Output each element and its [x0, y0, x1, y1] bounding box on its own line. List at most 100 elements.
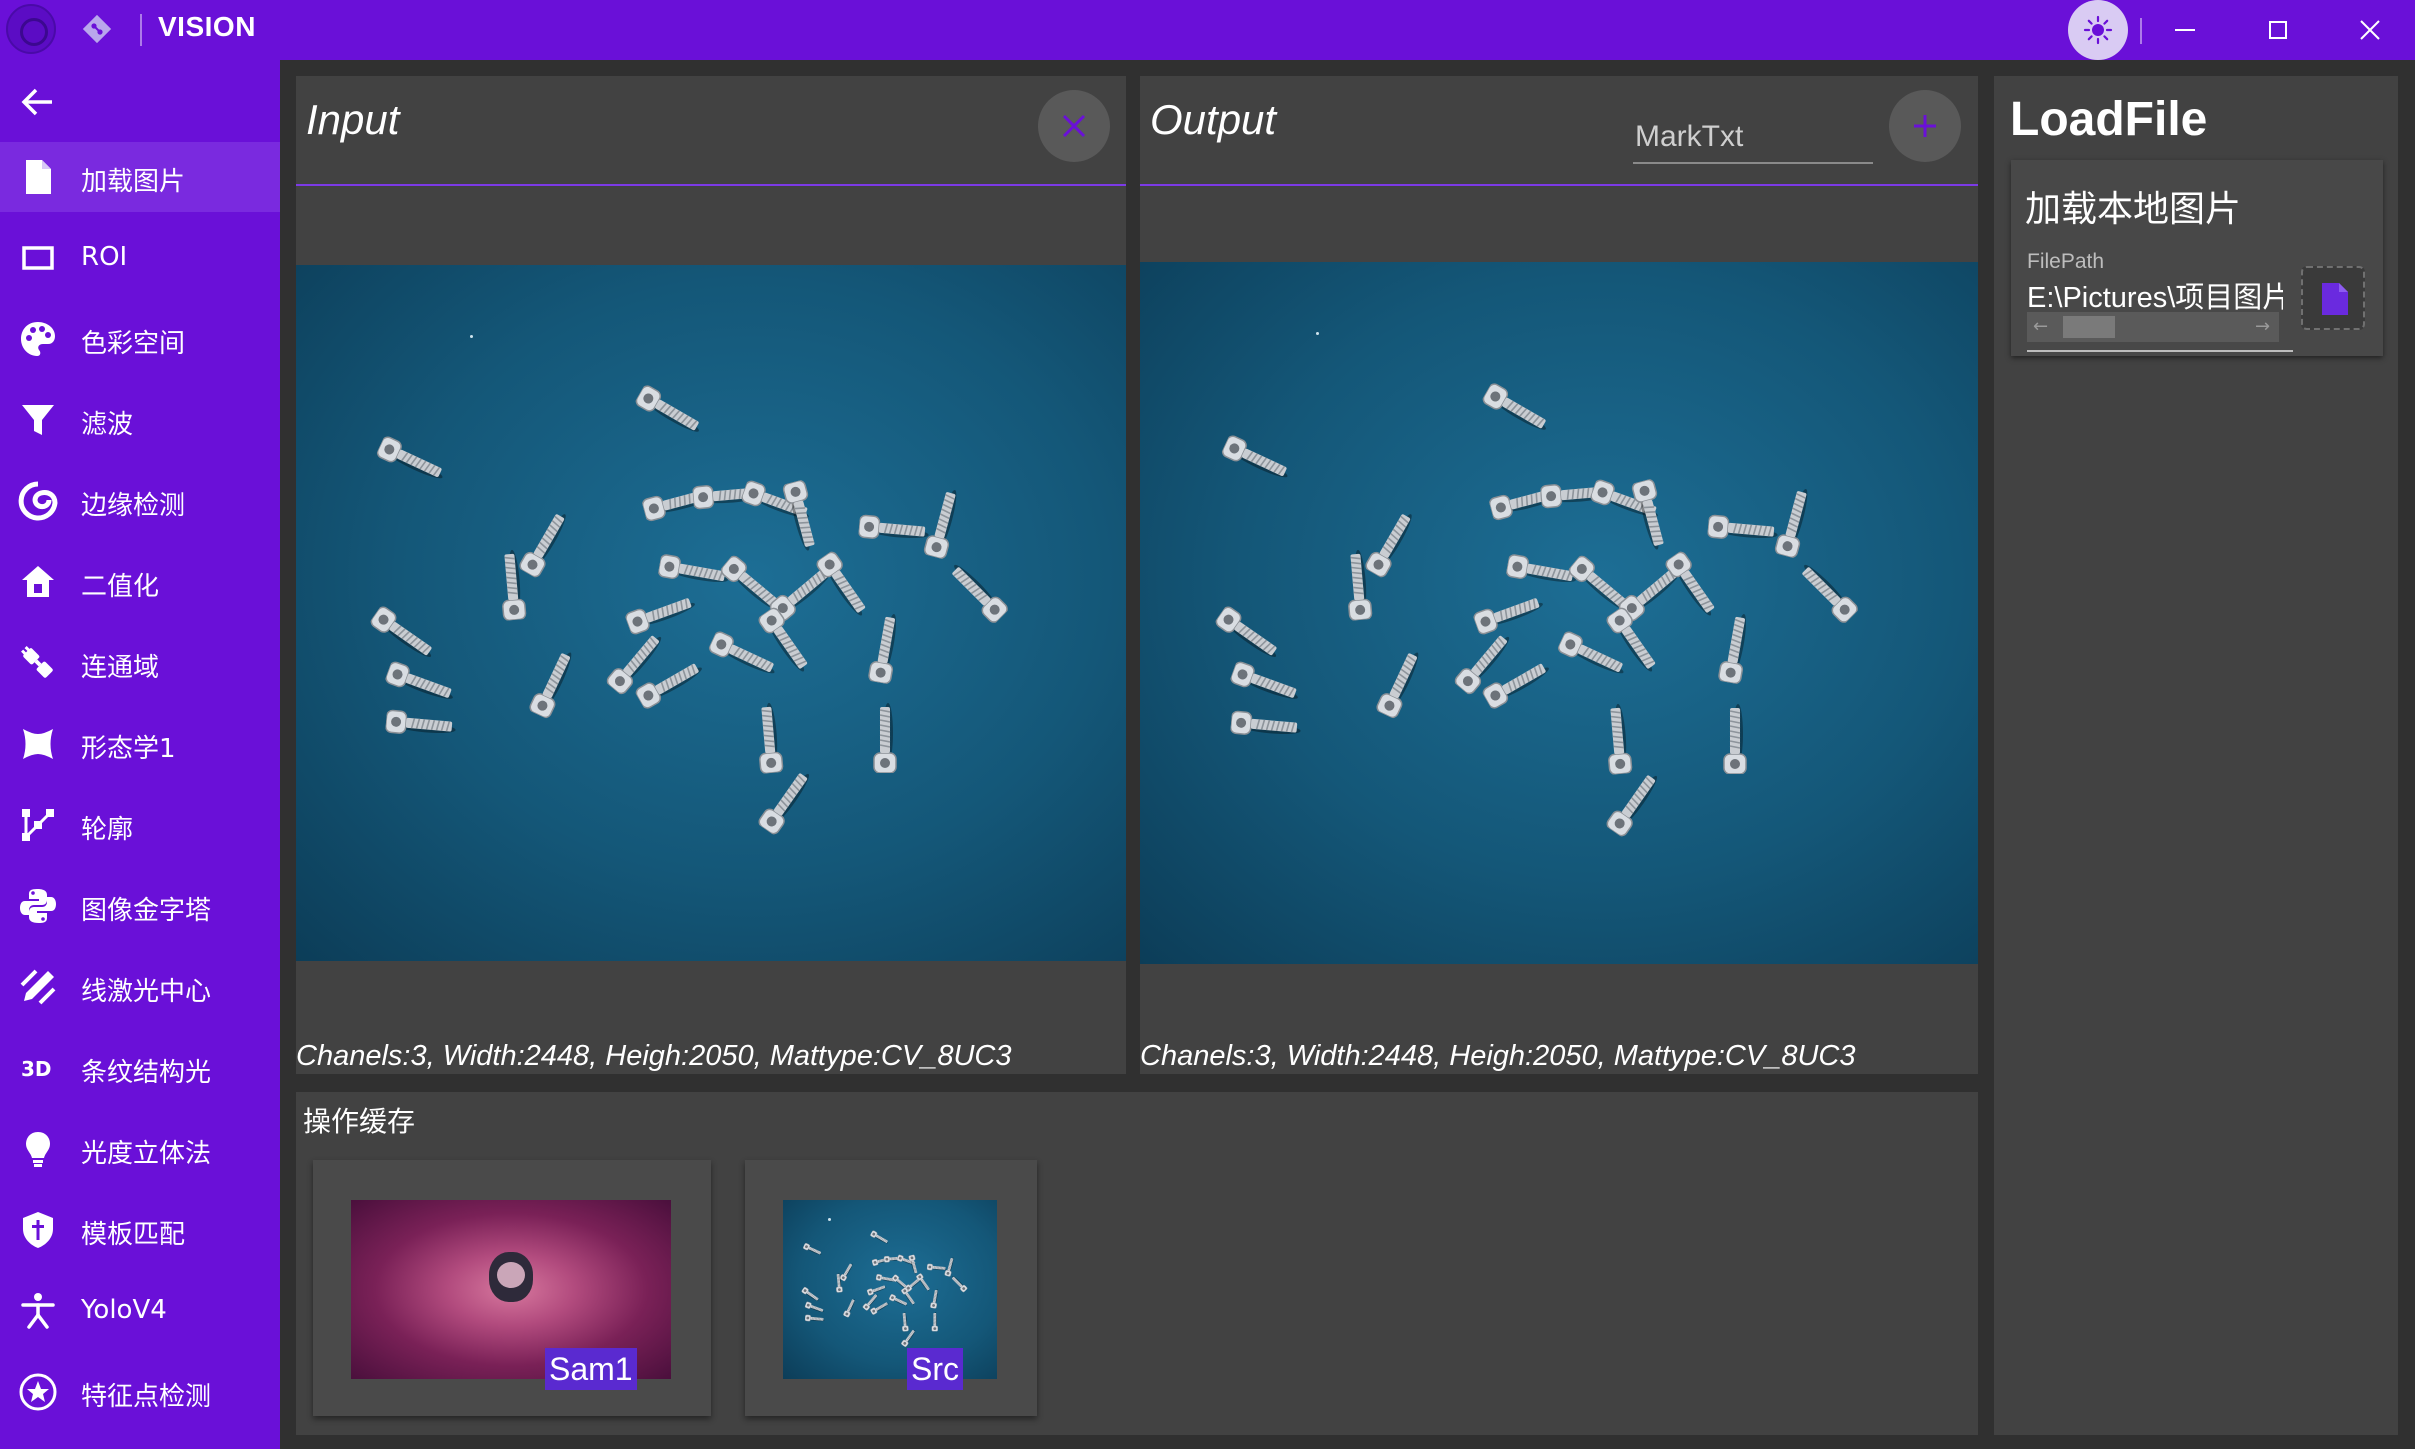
sidebar-item-image-pyramid[interactable]: 图像金字塔: [0, 871, 280, 941]
theme-toggle-button[interactable]: [2068, 0, 2128, 60]
close-icon: [1062, 114, 1086, 138]
sidebar-item-template-matching[interactable]: 模板匹配: [0, 1195, 280, 1265]
screw-shape: [951, 1276, 968, 1293]
cache-item-label: Sam1: [545, 1348, 637, 1390]
input-title: Input: [306, 96, 400, 143]
sidebar-item-label: 模板匹配: [81, 1220, 186, 1250]
browse-file-button[interactable]: [2301, 266, 2365, 330]
close-window-button[interactable]: [2345, 6, 2395, 54]
sidebar-item-feature-detection[interactable]: 特征点检测: [0, 1357, 280, 1427]
sidebar-item-load-image[interactable]: 加载图片: [0, 142, 280, 212]
screw-shape: [916, 1272, 931, 1291]
edge-icon: [18, 481, 58, 521]
filepath-label: FilePath: [2027, 250, 2105, 273]
maximize-button[interactable]: [2253, 6, 2303, 54]
sidebar-item-label: 特征点检测: [81, 1382, 212, 1412]
title-separator-2: [2140, 18, 2142, 44]
screw-shape: [801, 1287, 819, 1302]
close-icon: [2360, 20, 2380, 40]
cache-item-src[interactable]: Src: [745, 1160, 1037, 1416]
arrow-left-icon[interactable]: [18, 82, 58, 122]
sidebar-item-label: 形态学1: [81, 734, 176, 764]
screw-shape: [1222, 435, 1288, 477]
screw-shape: [370, 606, 432, 657]
file-icon: [2322, 283, 2348, 315]
sidebar-item-roi[interactable]: ROI: [0, 223, 280, 293]
screw-shape: [529, 652, 572, 718]
mark-text-input[interactable]: [1633, 112, 1873, 164]
screw-shape: [930, 1288, 938, 1309]
screw-shape: [384, 710, 456, 735]
screw-shape: [951, 564, 1008, 623]
sidebar-item-photometric-stereo[interactable]: 光度立体法: [0, 1114, 280, 1184]
sidebar-item-color-space[interactable]: 色彩空间: [0, 304, 280, 374]
scrollbar-thumb[interactable]: [2063, 316, 2115, 338]
title-bar: VISION: [0, 0, 2415, 60]
clear-input-button[interactable]: [1038, 90, 1110, 162]
sidebar-item-label: 加载图片: [81, 167, 186, 197]
screw-shape: [1482, 383, 1547, 431]
screw-shape: [1365, 513, 1413, 578]
output-image[interactable]: [1140, 262, 1978, 964]
screw-shape: [758, 773, 809, 835]
cache-item-sam1[interactable]: Sam1: [313, 1160, 711, 1416]
dust-speck: [827, 1217, 831, 1221]
cache-item-label: Src: [907, 1348, 963, 1390]
screw-shape: [1215, 606, 1277, 658]
contour-icon: [22, 809, 54, 841]
minimize-button[interactable]: [2160, 6, 2210, 54]
sidebar-item-filter[interactable]: 滤波: [0, 385, 280, 455]
scroll-left-icon[interactable]: ←: [2033, 316, 2048, 337]
add-output-button[interactable]: [1889, 90, 1961, 162]
screw-shape: [635, 385, 699, 432]
home-icon: [22, 566, 54, 597]
filter-icon: [22, 405, 54, 435]
sidebar-item-yolov4[interactable]: YoloV4: [0, 1276, 280, 1346]
sidebar-item-label: 条纹结构光: [81, 1058, 212, 1088]
git-icon: [82, 14, 112, 44]
filepath-field[interactable]: E:\Pictures\项目图片: [2027, 274, 2283, 316]
lightbulb-icon: [26, 1132, 50, 1167]
screw-shape: [908, 1254, 917, 1275]
load-card-heading: 加载本地图片: [2025, 189, 2242, 230]
sidebar-item-laser-center[interactable]: 线激光中心: [0, 952, 280, 1022]
sidebar-item-label: 连通域: [81, 653, 160, 683]
screw-shape: [842, 1298, 855, 1318]
filepath-scrollbar[interactable]: ← →: [2027, 312, 2279, 342]
input-divider: [296, 184, 1126, 186]
sidebar-item-structured-light[interactable]: 3D 条纹结构光: [0, 1033, 280, 1103]
sidebar-item-label: ROI: [81, 242, 128, 272]
screw-shape: [1473, 598, 1543, 635]
screw-shape: [1229, 711, 1301, 736]
laser-icon: [20, 969, 56, 1005]
shield-icon: [23, 1212, 53, 1248]
sidebar-item-binarization[interactable]: 二值化: [0, 547, 280, 617]
sidebar-item-label: 滤波: [81, 410, 134, 440]
screw-shape: [873, 703, 898, 774]
screw-shape: [835, 1272, 843, 1293]
filepath-underline: [2027, 350, 2293, 352]
sidebar-item-morphology[interactable]: 形态学1: [0, 709, 280, 779]
dust-speck: [1315, 332, 1319, 336]
sidebar: 加载图片 ROI 色彩空间 滤波 边缘检测 二值化 连通域 形态学1 轮廓 图像…: [0, 60, 280, 1449]
minimize-icon: [2175, 29, 2195, 31]
screw-shape: [902, 1311, 909, 1332]
sidebar-item-label: 二值化: [81, 572, 160, 602]
screw-shape: [759, 703, 784, 775]
sidebar-item-edge-detection[interactable]: 边缘检测: [0, 466, 280, 536]
scroll-right-icon[interactable]: →: [2255, 316, 2270, 337]
screw-shape: [1707, 514, 1778, 539]
screw-shape: [803, 1243, 822, 1256]
connection-icon: [21, 646, 53, 678]
thumbnail-face: [497, 1262, 525, 1288]
input-image[interactable]: [296, 265, 1126, 961]
sidebar-item-contour[interactable]: 轮廓: [0, 790, 280, 860]
sidebar-item-label: 边缘检测: [81, 491, 186, 521]
screw-shape: [931, 1311, 939, 1332]
app-title: VISION: [158, 11, 256, 42]
sidebar-item-connected-components[interactable]: 连通域: [0, 628, 280, 698]
screw-shape: [384, 661, 453, 699]
screw-shape: [1376, 652, 1419, 719]
3d-icon: 3D: [21, 1057, 52, 1081]
screw-shape: [1229, 661, 1298, 700]
